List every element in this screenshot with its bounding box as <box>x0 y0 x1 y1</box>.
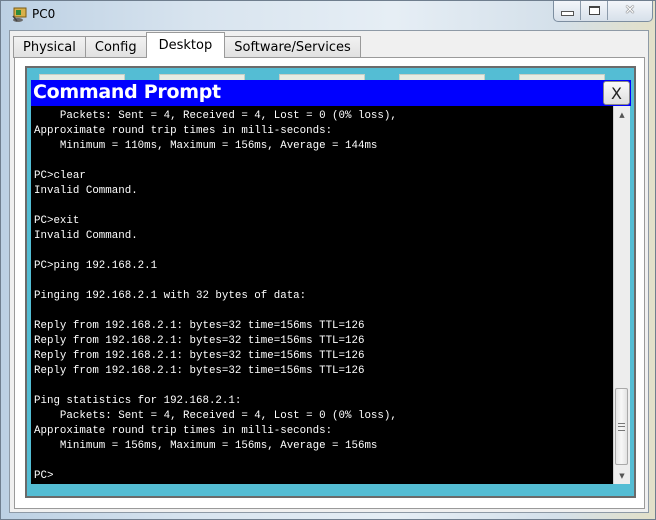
minimize-button[interactable] <box>554 1 581 20</box>
command-prompt-title: Command Prompt <box>33 81 221 103</box>
maximize-icon <box>588 6 600 15</box>
terminal-line: Invalid Command. <box>34 185 138 197</box>
terminal-line: Minimum = 156ms, Maximum = 156ms, Averag… <box>59 440 378 452</box>
terminal-line: Reply from 192.168.2.1: bytes=32 time=15… <box>34 365 365 377</box>
tab-physical[interactable]: Physical <box>13 36 86 58</box>
terminal-line: Minimum = 110ms, Maximum = 156ms, Averag… <box>59 140 378 152</box>
desktop-tab-panel: Command Prompt X Packets: Sent = 4, Rece… <box>14 57 645 509</box>
desktop-area: Command Prompt X Packets: Sent = 4, Rece… <box>25 66 636 498</box>
tab-desktop[interactable]: Desktop <box>145 32 226 58</box>
terminal-line: Packets: Sent = 4, Received = 4, Lost = … <box>59 410 397 422</box>
tab-bar: Physical Config Desktop Software/Service… <box>13 32 361 58</box>
scroll-up-button[interactable]: ▲ <box>614 106 630 123</box>
grip-icon <box>618 422 625 431</box>
minimize-icon <box>560 11 574 16</box>
terminal-line: Approximate round trip times in milli-se… <box>34 125 333 137</box>
window-client-area: Physical Config Desktop Software/Service… <box>9 30 649 513</box>
close-button[interactable]: ✕ <box>608 1 652 20</box>
terminal-text: Packets: Sent = 4, Received = 4, Lost = … <box>31 106 613 484</box>
pc0-window: PC0 ✕ Physical Config Desktop Software/S… <box>0 0 656 520</box>
terminal-line: PC>ping 192.168.2.1 <box>34 260 158 272</box>
window-title: PC0 <box>32 7 56 21</box>
terminal-line: PC>clear <box>34 170 86 182</box>
close-icon: ✕ <box>624 3 636 18</box>
caption-buttons: ✕ <box>553 1 653 22</box>
arrow-up-icon: ▲ <box>619 110 625 119</box>
scrollbar-thumb[interactable] <box>615 388 628 465</box>
terminal-line: Approximate round trip times in milli-se… <box>34 425 333 437</box>
close-icon: X <box>611 83 622 103</box>
terminal-line: Ping statistics for 192.168.2.1: <box>34 395 242 407</box>
packet-tracer-pc-icon <box>12 7 27 22</box>
command-prompt-window: Command Prompt X Packets: Sent = 4, Rece… <box>31 80 631 484</box>
arrow-down-icon: ▼ <box>619 471 625 480</box>
title-bar[interactable]: PC0 ✕ <box>1 1 655 29</box>
terminal-line: Reply from 192.168.2.1: bytes=32 time=15… <box>34 350 365 362</box>
command-prompt-close-button[interactable]: X <box>603 81 630 105</box>
command-prompt-header: Command Prompt X <box>31 80 631 106</box>
terminal-line: PC>exit <box>34 215 80 227</box>
tab-config[interactable]: Config <box>84 36 147 58</box>
tab-software-services[interactable]: Software/Services <box>224 36 361 58</box>
terminal-line: PC> <box>34 470 54 482</box>
maximize-button[interactable] <box>581 1 608 20</box>
terminal-line: Reply from 192.168.2.1: bytes=32 time=15… <box>34 320 365 332</box>
terminal-line: Packets: Sent = 4, Received = 4, Lost = … <box>59 110 397 122</box>
terminal-line: Invalid Command. <box>34 230 138 242</box>
scroll-down-button[interactable]: ▼ <box>614 467 630 484</box>
terminal-output[interactable]: Packets: Sent = 4, Received = 4, Lost = … <box>31 106 613 484</box>
terminal-line: Pinging 192.168.2.1 with 32 bytes of dat… <box>34 290 307 302</box>
terminal-scrollbar[interactable]: ▲ ▼ <box>613 106 630 484</box>
terminal-line: Reply from 192.168.2.1: bytes=32 time=15… <box>34 335 365 347</box>
